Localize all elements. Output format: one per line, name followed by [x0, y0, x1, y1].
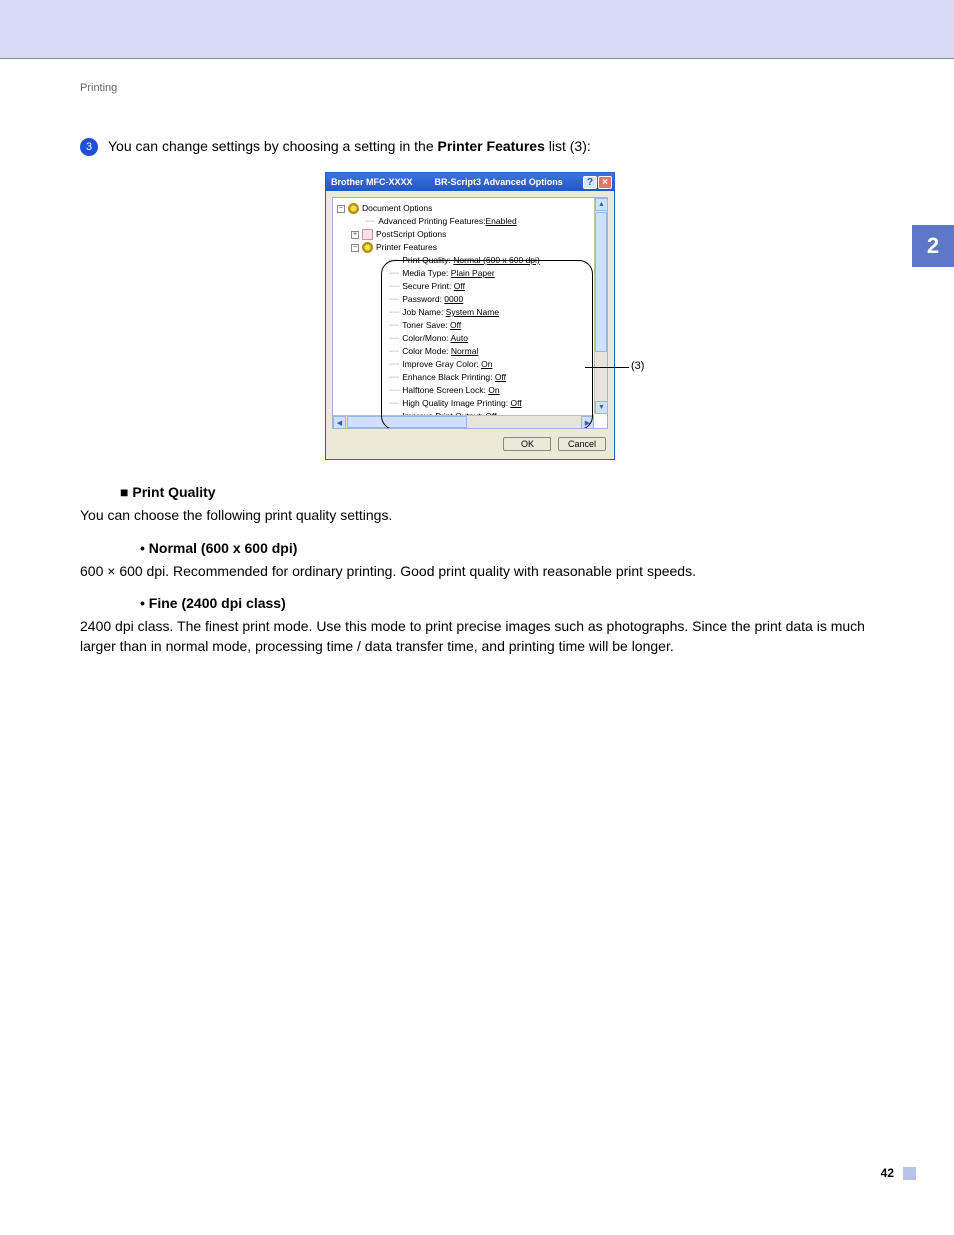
setting-label: Color/Mono:	[402, 333, 450, 343]
setting-label: Halftone Screen Lock:	[402, 385, 488, 395]
dialog-titlebar: Brother MFC-XXXX BR-Script3 Advanced Opt…	[326, 173, 614, 191]
step-3: 3 You can change settings by choosing a …	[80, 138, 894, 156]
running-head: Printing	[80, 82, 894, 94]
ok-button[interactable]: OK	[503, 437, 551, 451]
setting-row[interactable]: ┄┄Color Mode: Normal	[337, 345, 593, 358]
setting-row[interactable]: ┄┄High Quality Image Printing: Off	[337, 397, 593, 410]
section-tab: 2	[912, 225, 954, 267]
page-number: 42	[881, 1166, 894, 1180]
step-text-c: list (3):	[545, 138, 591, 154]
setting-label: Color Mode:	[402, 346, 451, 356]
dialog-title-right: BR-Script3 Advanced Options	[435, 177, 563, 187]
setting-row[interactable]: ┄┄Print Quality: Normal (600 x 600 dpi)	[337, 254, 593, 267]
setting-row[interactable]: ┄┄Enhance Black Printing: Off	[337, 371, 593, 384]
setting-row[interactable]: ┄┄Job Name: System Name	[337, 306, 593, 319]
close-button[interactable]: ×	[598, 176, 612, 189]
setting-row[interactable]: ┄┄Improve Gray Color: On	[337, 358, 593, 371]
setting-value[interactable]: 0000	[444, 294, 463, 304]
postscript-node[interactable]: PostScript Options	[376, 228, 446, 241]
tree-content: − Document Options ┄┄ Advanced Printing …	[337, 202, 593, 423]
step-text-a: You can change settings by choosing a se…	[108, 138, 438, 154]
page-content: Printing 3 You can change settings by ch…	[80, 82, 894, 668]
gear-icon	[362, 242, 373, 253]
callout-leader-line	[585, 367, 629, 368]
expand-icon[interactable]: +	[351, 231, 359, 239]
tree-pane: − Document Options ┄┄ Advanced Printing …	[332, 197, 608, 429]
setting-label: Print Quality:	[402, 255, 453, 265]
setting-row[interactable]: ┄┄Toner Save: Off	[337, 319, 593, 332]
scroll-thumb-horizontal[interactable]	[347, 416, 467, 428]
setting-label: High Quality Image Printing:	[402, 398, 510, 408]
setting-label: Enhance Black Printing:	[402, 372, 495, 382]
setting-label: Password:	[402, 294, 444, 304]
setting-value[interactable]: Off	[510, 398, 521, 408]
setting-value[interactable]: On	[481, 359, 492, 369]
setting-value[interactable]: Off	[495, 372, 506, 382]
collapse-icon[interactable]: −	[337, 205, 345, 213]
tree-connector-icon: ┄┄	[365, 215, 375, 228]
scroll-up-icon[interactable]: ▲	[595, 198, 608, 211]
scroll-down-icon[interactable]: ▼	[595, 401, 608, 414]
setting-value[interactable]: Off	[454, 281, 465, 291]
setting-value[interactable]: Normal (600 x 600 dpi)	[453, 255, 539, 265]
page-number-bar	[903, 1167, 916, 1180]
step-number-badge: 3	[80, 138, 98, 156]
header-band	[0, 0, 954, 58]
dialog-screenshot: Brother MFC-XXXX BR-Script3 Advanced Opt…	[325, 172, 640, 460]
callout-number: (3)	[631, 360, 644, 372]
scroll-left-icon[interactable]: ◀	[333, 416, 346, 429]
scroll-right-icon[interactable]: ▶	[581, 416, 594, 429]
setting-row[interactable]: ┄┄Media Type: Plain Paper	[337, 267, 593, 280]
postscript-icon	[362, 229, 373, 240]
setting-row[interactable]: ┄┄Halftone Screen Lock: On	[337, 384, 593, 397]
normal-text: 600 × 600 dpi. Recommended for ordinary …	[80, 562, 894, 582]
adv-label[interactable]: Advanced Printing Features:	[378, 215, 485, 228]
setting-value[interactable]: On	[488, 385, 499, 395]
adv-value[interactable]: Enabled	[486, 215, 517, 228]
scroll-thumb-vertical[interactable]	[595, 212, 607, 352]
setting-label: Media Type:	[402, 268, 451, 278]
gear-icon	[348, 203, 359, 214]
root-node[interactable]: Document Options	[362, 202, 432, 215]
setting-value[interactable]: Off	[450, 320, 461, 330]
setting-label: Toner Save:	[402, 320, 450, 330]
fine-text: 2400 dpi class. The finest print mode. U…	[80, 617, 894, 656]
setting-value[interactable]: Plain Paper	[451, 268, 495, 278]
setting-row[interactable]: ┄┄Password: 0000	[337, 293, 593, 306]
cancel-button[interactable]: Cancel	[558, 437, 606, 451]
print-quality-text: You can choose the following print quali…	[80, 506, 894, 526]
header-rule	[0, 58, 954, 59]
advanced-options-dialog: Brother MFC-XXXX BR-Script3 Advanced Opt…	[325, 172, 615, 460]
collapse-icon[interactable]: −	[351, 244, 359, 252]
fine-heading: Fine (2400 dpi class)	[140, 595, 894, 611]
print-quality-heading: Print Quality	[120, 484, 894, 500]
dialog-buttons: OK Cancel	[326, 435, 614, 459]
normal-heading: Normal (600 x 600 dpi)	[140, 540, 894, 556]
dialog-title-left: Brother MFC-XXXX	[331, 177, 413, 187]
step-text-b: Printer Features	[438, 138, 545, 154]
setting-label: Job Name:	[402, 307, 445, 317]
setting-value[interactable]: System Name	[446, 307, 499, 317]
setting-row[interactable]: ┄┄Color/Mono: Auto	[337, 332, 593, 345]
setting-label: Secure Print:	[402, 281, 454, 291]
help-button[interactable]: ?	[583, 176, 597, 189]
setting-label: Improve Gray Color:	[402, 359, 481, 369]
setting-value[interactable]: Normal	[451, 346, 478, 356]
setting-row[interactable]: ┄┄Secure Print: Off	[337, 280, 593, 293]
printer-features-node[interactable]: Printer Features	[376, 241, 437, 254]
setting-value[interactable]: Auto	[450, 333, 468, 343]
